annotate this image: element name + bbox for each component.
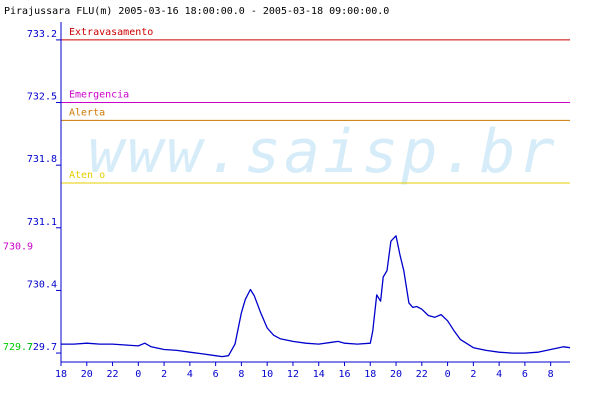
x-tick-label: 8 (238, 369, 244, 380)
chart-title: Pirajussara FLU(m) 2005-03-16 18:00:00.0… (4, 6, 389, 17)
x-tick-label: 22 (107, 369, 119, 380)
y-tick-label: 731.8 (27, 154, 57, 165)
x-tick-label: 20 (81, 369, 93, 380)
x-tick-label: 8 (548, 369, 554, 380)
threshold-label: Alerta (69, 107, 105, 118)
x-tick-label: 22 (416, 369, 428, 380)
y-tick-label: 730.4 (27, 279, 57, 290)
x-tick-label: 10 (261, 369, 273, 380)
x-tick-label: 16 (338, 369, 350, 380)
x-tick-label: 6 (213, 369, 219, 380)
x-tick-label: 12 (287, 369, 299, 380)
x-tick-label: 4 (187, 369, 193, 380)
x-tick-label: 18 (55, 369, 67, 380)
x-tick-label: 2 (161, 369, 167, 380)
x-tick-label: 4 (496, 369, 502, 380)
level-marker-label: 729.7 (3, 342, 33, 353)
y-tick-label: 732.5 (27, 92, 57, 103)
series-line (61, 235, 571, 358)
x-tick-label: 6 (522, 369, 528, 380)
x-tick-label: 0 (135, 369, 141, 380)
x-tick-label: 14 (313, 369, 325, 380)
chart-svg: Pirajussara FLU(m) 2005-03-16 18:00:00.0… (3, 6, 571, 380)
chart: Pirajussara FLU(m) 2005-03-16 18:00:00.0… (0, 0, 600, 400)
y-tick-label: 733.2 (27, 29, 57, 40)
x-tick-label: 20 (390, 369, 402, 380)
x-tick-label: 2 (470, 369, 476, 380)
threshold-label: Emergencia (69, 90, 129, 101)
x-tick-label: 0 (445, 369, 451, 380)
threshold-label: Aten o (69, 170, 105, 181)
x-tick-label: 18 (364, 369, 376, 380)
level-marker-label: 730.9 (3, 242, 33, 253)
threshold-label: Extravasamento (69, 27, 153, 38)
y-tick-label: 731.1 (27, 217, 57, 228)
watermark: www.saisp.br (88, 117, 557, 187)
